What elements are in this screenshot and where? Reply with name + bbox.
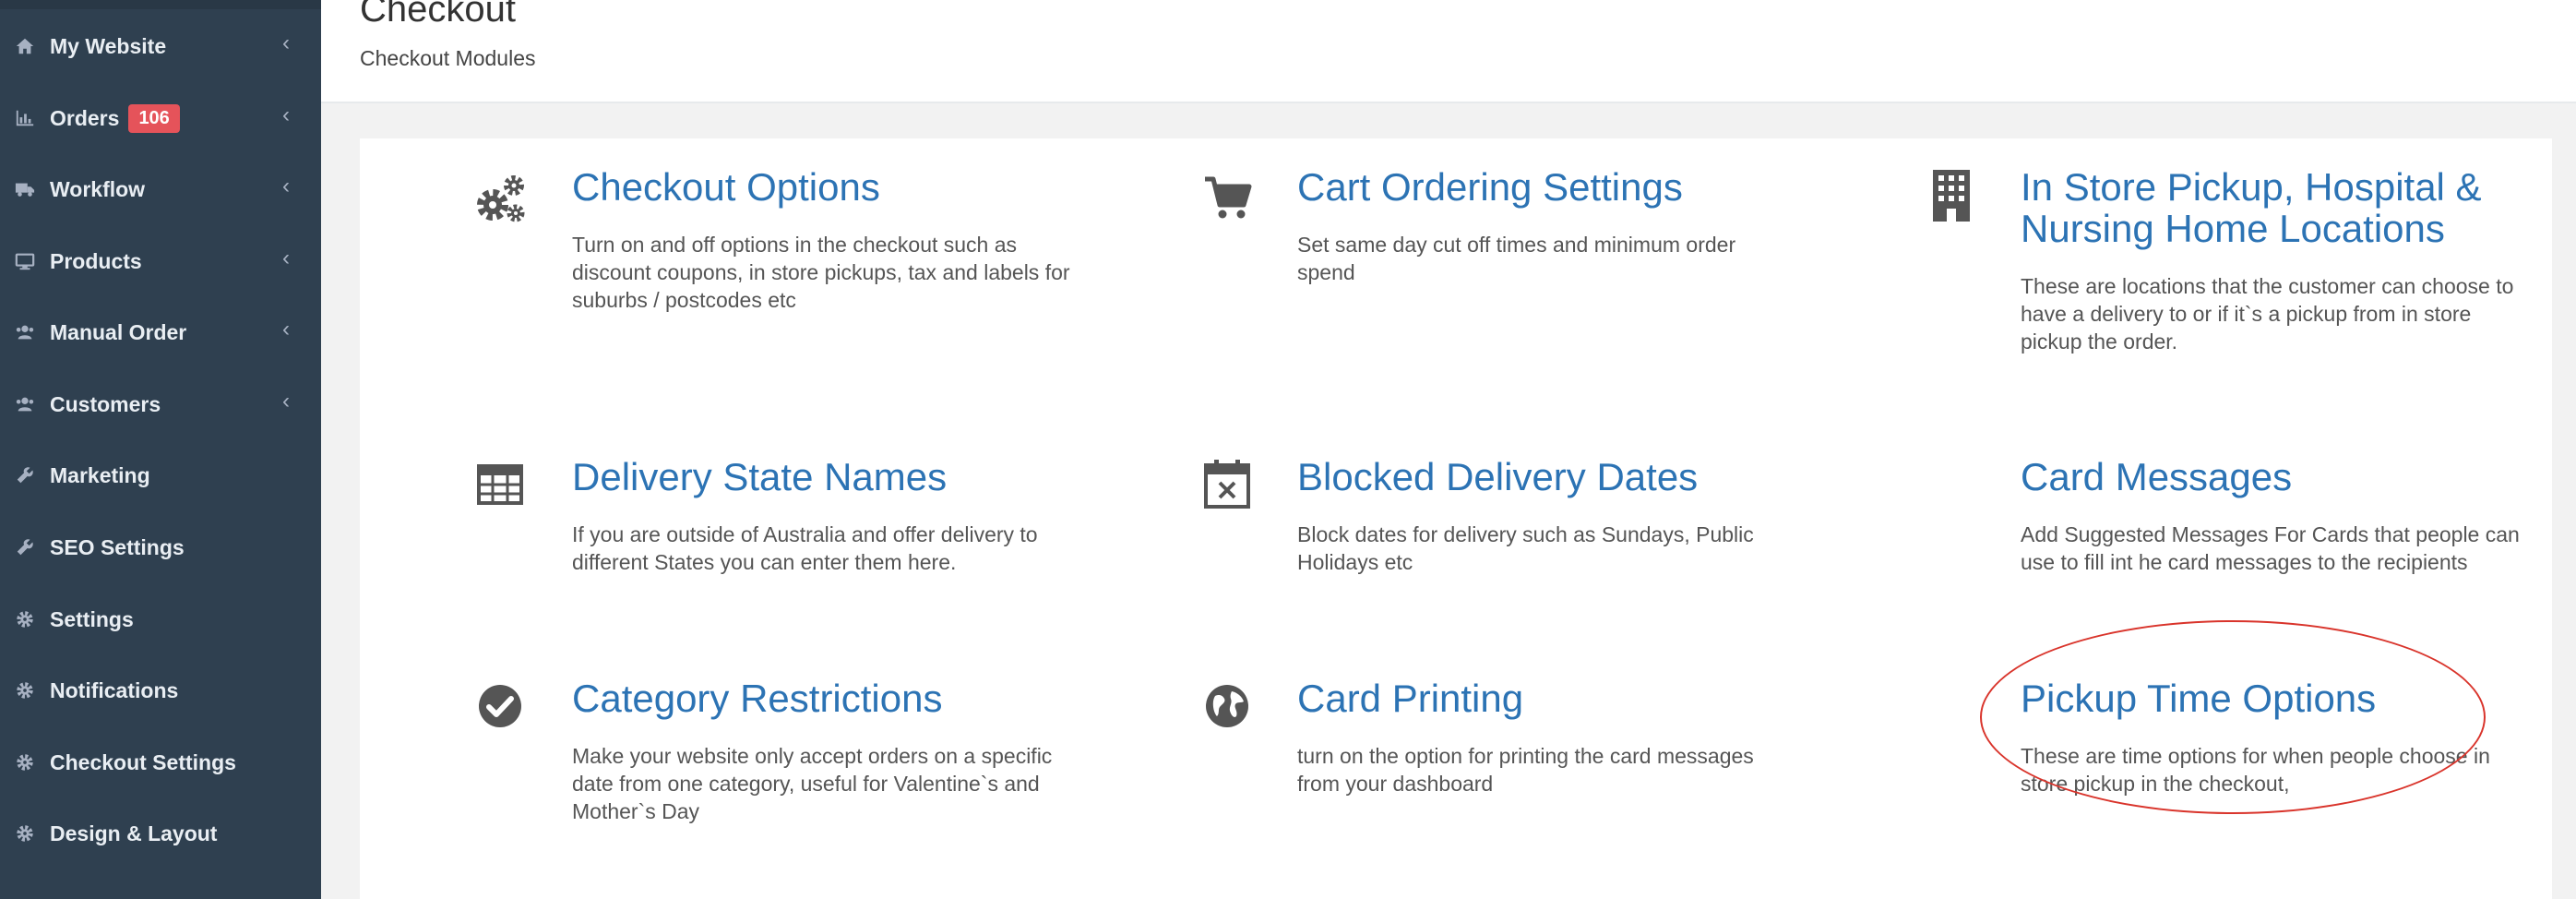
sidebar: My Website ‹ Orders 106 ‹ Workflow ‹ Pro…	[0, 0, 321, 899]
module-description: Turn on and off options in the checkout …	[572, 233, 1070, 312]
module-description: Make your website only accept orders on …	[572, 744, 1053, 823]
sidebar-item-orders[interactable]: Orders 106 ‹	[0, 90, 321, 146]
module-title-link[interactable]: Delivery State Names	[572, 456, 1126, 497]
sidebar-item-products[interactable]: Products ‹	[0, 234, 321, 289]
page-title: Checkout	[360, 0, 516, 30]
module-description: Set same day cut off times and minimum o…	[1297, 233, 1736, 284]
sidebar-item-workflow[interactable]: Workflow ‹	[0, 162, 321, 217]
sidebar-item-design-layout[interactable]: Design & Layout	[0, 806, 321, 861]
sidebar-item-seo-settings[interactable]: SEO Settings	[0, 520, 321, 575]
sidebar-item-label: Marketing	[50, 462, 150, 487]
sidebar-item-marketing[interactable]: Marketing	[0, 448, 321, 503]
gear-icon	[15, 823, 35, 844]
module-title-link[interactable]: In Store Pickup, Hospital & Nursing Home…	[2021, 166, 2537, 249]
users-icon	[15, 322, 35, 342]
module-title-link[interactable]: Cart Ordering Settings	[1297, 166, 1869, 208]
module-description: turn on the option for printing the card…	[1297, 744, 1754, 796]
sidebar-item-label: SEO Settings	[50, 534, 185, 559]
module-title-link[interactable]: Card Messages	[2021, 456, 2537, 497]
sidebar-item-customers[interactable]: Customers ‹	[0, 377, 321, 432]
home-icon	[15, 36, 35, 56]
annotation-ellipse	[1980, 620, 2486, 814]
sidebar-item-manual-order[interactable]: Manual Order ‹	[0, 305, 321, 360]
sidebar-item-label: Checkout Settings	[50, 749, 236, 774]
sidebar-top-strip	[0, 0, 321, 9]
page-header: Checkout Checkout Modules	[321, 0, 2576, 103]
module-title-link[interactable]: Category Restrictions	[572, 677, 1126, 719]
chevron-left-icon: ‹	[282, 246, 290, 271]
module-description: Block dates for delivery such as Sundays…	[1297, 522, 1754, 574]
building-icon	[1924, 168, 1979, 223]
wrench-icon	[15, 465, 35, 485]
gears-icon	[472, 172, 528, 227]
chevron-left-icon: ‹	[282, 317, 290, 342]
sidebar-item-checkout-settings[interactable]: Checkout Settings	[0, 735, 321, 790]
sidebar-item-settings[interactable]: Settings	[0, 592, 321, 647]
sidebar-item-label: Manual Order	[50, 319, 187, 344]
module-description: If you are outside of Australia and offe…	[572, 522, 1038, 574]
chevron-left-icon: ‹	[282, 389, 290, 414]
sidebar-item-label: Design & Layout	[50, 821, 218, 845]
users-icon	[15, 394, 35, 414]
truck-icon	[15, 179, 35, 199]
sidebar-item-label: Customers	[50, 391, 161, 416]
module-title-link[interactable]: Card Printing	[1297, 677, 1851, 719]
desktop-icon	[15, 251, 35, 271]
module-description: These are locations that the customer ca…	[2021, 274, 2514, 354]
globe-icon	[1199, 683, 1255, 738]
page-subtitle: Checkout Modules	[360, 46, 536, 70]
table-icon	[472, 463, 528, 519]
sidebar-item-label: Notifications	[50, 677, 179, 702]
sidebar-item-my-website[interactable]: My Website ‹	[0, 18, 321, 74]
module-description: Add Suggested Messages For Cards that pe…	[2021, 522, 2520, 574]
chevron-left-icon: ‹	[282, 102, 290, 128]
sidebar-item-label: My Website	[50, 33, 167, 58]
chevron-left-icon: ‹	[282, 174, 290, 199]
gear-icon	[15, 680, 35, 701]
sidebar-item-label: Orders	[50, 105, 120, 130]
wrench-icon	[15, 537, 35, 557]
sidebar-item-label: Products	[50, 248, 142, 273]
calendar-times-icon	[1199, 458, 1255, 513]
shopping-cart-icon	[1199, 172, 1255, 227]
check-circle-icon	[472, 683, 528, 738]
chevron-left-icon: ‹	[282, 30, 290, 56]
bar-chart-icon	[15, 108, 35, 128]
gear-icon	[15, 609, 35, 629]
module-title-link[interactable]: Blocked Delivery Dates	[1297, 456, 1851, 497]
sidebar-item-label: Workflow	[50, 176, 146, 201]
sidebar-item-label: Settings	[50, 606, 134, 631]
orders-count-badge: 106	[128, 103, 180, 133]
gear-icon	[15, 752, 35, 773]
module-title-link[interactable]: Checkout Options	[572, 166, 1089, 208]
sidebar-item-notifications[interactable]: Notifications	[0, 663, 321, 718]
